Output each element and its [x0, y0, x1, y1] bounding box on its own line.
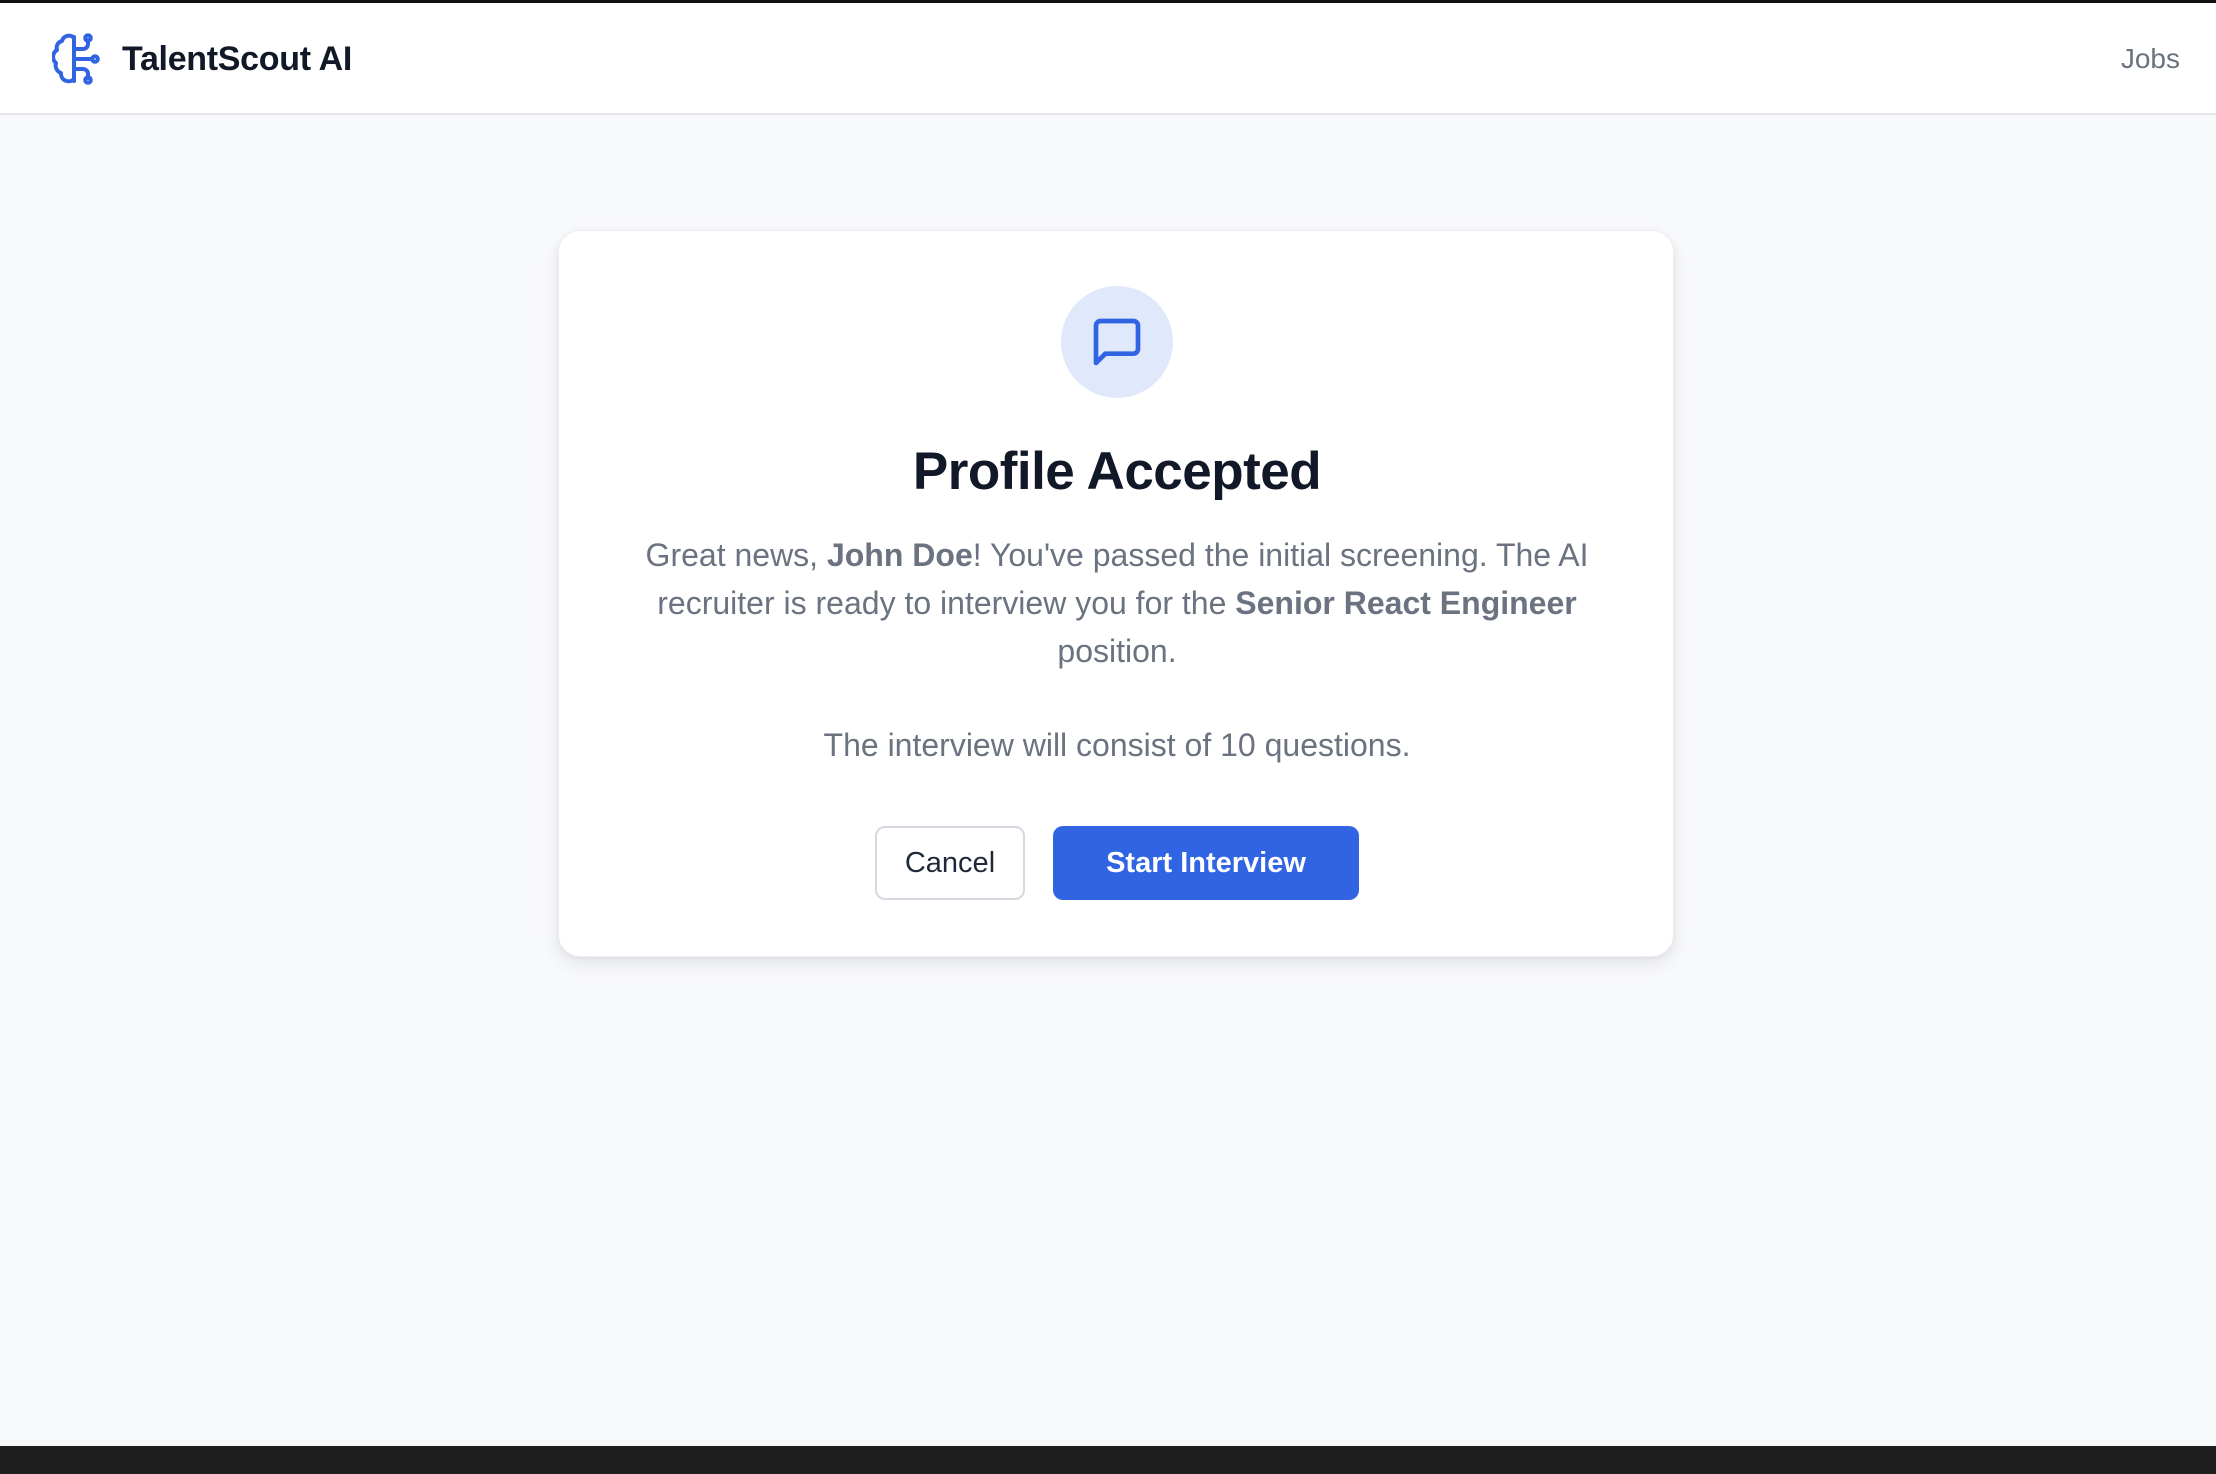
page-title: Profile Accepted: [912, 442, 1322, 501]
cancel-button[interactable]: Cancel: [875, 826, 1025, 900]
brand-name: TalentScout AI: [122, 39, 353, 78]
bottom-bar: [0, 1446, 2216, 1474]
message-text: position.: [1057, 633, 1177, 669]
brand[interactable]: TalentScout AI: [52, 31, 352, 87]
nav-jobs-link[interactable]: Jobs: [2121, 43, 2180, 75]
interview-note: The interview will consist of 10 questio…: [823, 727, 1411, 763]
acceptance-message: Great news, John Doe! You've passed the …: [629, 531, 1605, 675]
brain-icon: [52, 33, 100, 85]
icon-badge: [1061, 286, 1173, 398]
app-header: TalentScout AI Jobs: [0, 3, 2216, 115]
start-interview-button[interactable]: Start Interview: [1053, 826, 1359, 900]
message-square-icon: [1093, 318, 1141, 366]
profile-accepted-card: Profile Accepted Great news, John Doe! Y…: [558, 230, 1674, 957]
message-text: Great news,: [645, 537, 827, 573]
position-title: Senior React Engineer: [1235, 585, 1577, 621]
candidate-name: John Doe: [826, 537, 973, 573]
